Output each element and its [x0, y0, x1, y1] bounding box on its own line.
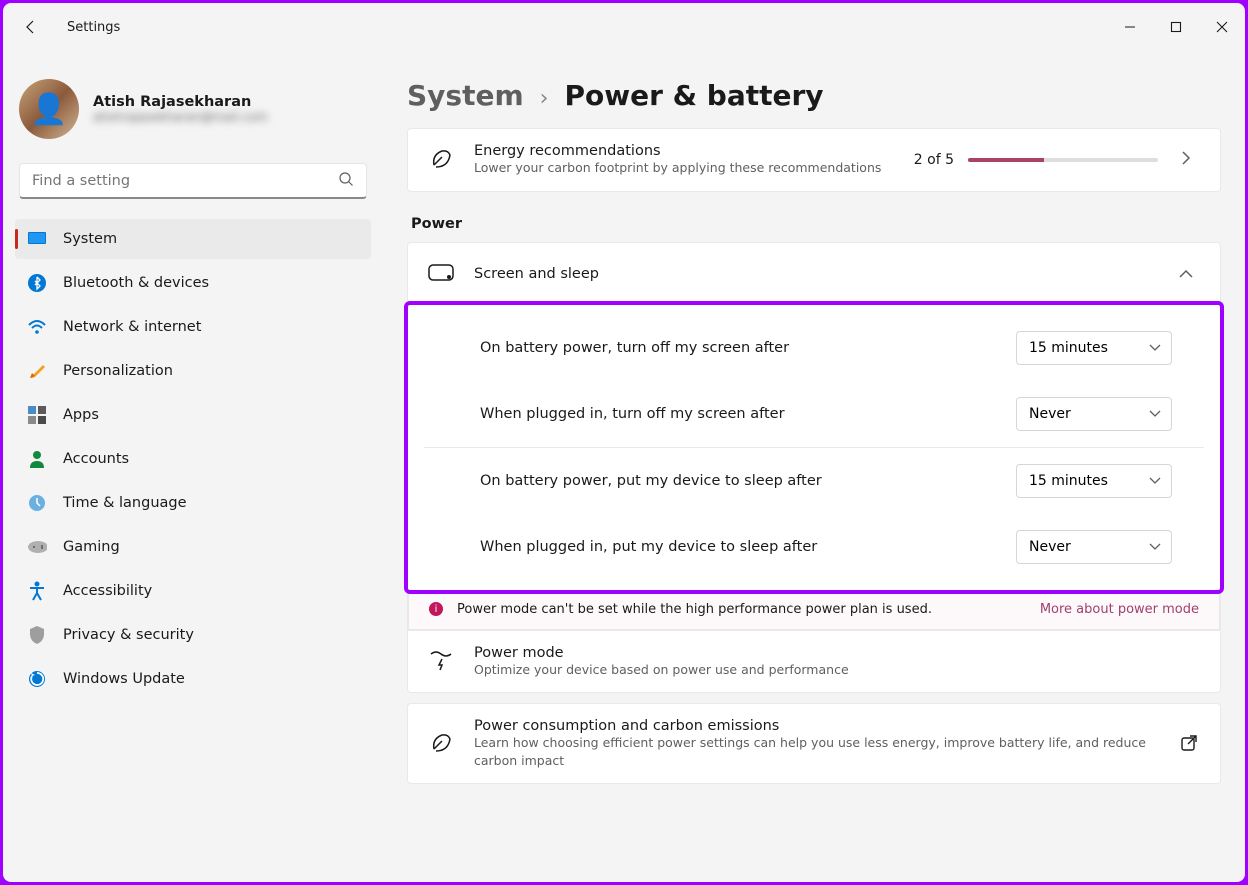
chevron-down-icon — [1149, 477, 1161, 485]
apps-icon — [27, 405, 47, 425]
highlighted-settings: On battery power, turn off my screen aft… — [408, 305, 1220, 590]
wifi-icon — [27, 317, 47, 337]
setting-row-screen-plugged: When plugged in, turn off my screen afte… — [408, 381, 1220, 447]
energy-title: Energy recommendations — [474, 143, 894, 159]
power-section-label: Power — [411, 216, 1221, 232]
breadcrumb: System › Power & battery — [407, 51, 1221, 128]
power-mode-row: Power mode Optimize your device based on… — [408, 630, 1220, 693]
sidebar: 👤 Atish Rajasekharan atishrajasekharan@m… — [3, 51, 383, 882]
titlebar: Settings — [3, 3, 1245, 51]
paintbrush-icon — [27, 361, 47, 381]
chevron-up-icon — [1172, 264, 1200, 283]
power-mode-sub: Optimize your device based on power use … — [474, 661, 1200, 679]
clock-icon — [27, 493, 47, 513]
screen-icon — [428, 261, 454, 287]
nav-item-accessibility[interactable]: Accessibility — [15, 571, 371, 611]
dropdown-screen-battery[interactable]: 15 minutes — [1016, 331, 1172, 365]
nav-item-privacy[interactable]: Privacy & security — [15, 615, 371, 655]
system-icon — [27, 229, 47, 249]
leaf-icon — [428, 147, 454, 173]
setting-row-screen-battery: On battery power, turn off my screen aft… — [408, 315, 1220, 381]
update-icon — [27, 669, 47, 689]
nav-item-system[interactable]: System — [15, 219, 371, 259]
minimize-button[interactable] — [1107, 11, 1153, 43]
carbon-card[interactable]: Power consumption and carbon emissions L… — [407, 703, 1221, 784]
breadcrumb-parent[interactable]: System — [407, 79, 524, 112]
chevron-right-icon — [1172, 150, 1200, 169]
energy-sub: Lower your carbon footprint by applying … — [474, 159, 894, 177]
search-box[interactable] — [19, 163, 367, 199]
chevron-down-icon — [1149, 410, 1161, 418]
dropdown-sleep-plugged[interactable]: Never — [1016, 530, 1172, 564]
nav-item-gaming[interactable]: Gaming — [15, 527, 371, 567]
close-button[interactable] — [1199, 11, 1245, 43]
avatar: 👤 — [19, 79, 79, 139]
energy-progress-bar — [968, 158, 1158, 162]
nav-item-bluetooth[interactable]: Bluetooth & devices — [15, 263, 371, 303]
screen-sleep-header[interactable]: Screen and sleep — [408, 243, 1220, 305]
back-button[interactable] — [7, 3, 55, 51]
search-input[interactable] — [32, 173, 338, 189]
window-title: Settings — [67, 20, 120, 35]
nav-item-update[interactable]: Windows Update — [15, 659, 371, 699]
dropdown-screen-plugged[interactable]: Never — [1016, 397, 1172, 431]
dropdown-sleep-battery[interactable]: 15 minutes — [1016, 464, 1172, 498]
accessibility-icon — [27, 581, 47, 601]
nav-item-network[interactable]: Network & internet — [15, 307, 371, 347]
main-content: System › Power & battery Energy recommen… — [383, 51, 1245, 882]
shield-icon — [27, 625, 47, 645]
carbon-title: Power consumption and carbon emissions — [474, 718, 1160, 734]
power-mode-icon — [428, 648, 454, 674]
carbon-sub: Learn how choosing efficient power setti… — [474, 734, 1160, 769]
setting-row-sleep-plugged: When plugged in, put my device to sleep … — [408, 514, 1220, 580]
page-title: Power & battery — [564, 79, 823, 112]
nav: System Bluetooth & devices Network & int… — [15, 219, 371, 699]
leaf-icon — [428, 731, 454, 757]
nav-item-apps[interactable]: Apps — [15, 395, 371, 435]
search-icon — [338, 171, 354, 191]
info-icon: i — [429, 602, 443, 616]
setting-row-sleep-battery: On battery power, put my device to sleep… — [408, 448, 1220, 514]
maximize-button[interactable] — [1153, 11, 1199, 43]
person-icon — [27, 449, 47, 469]
user-profile[interactable]: 👤 Atish Rajasekharan atishrajasekharan@m… — [15, 63, 371, 159]
external-link-icon — [1180, 734, 1200, 754]
energy-progress-label: 2 of 5 — [914, 152, 954, 168]
power-mode-notice: i Power mode can't be set while the high… — [408, 590, 1220, 630]
bluetooth-icon — [27, 273, 47, 293]
screen-sleep-expander: Screen and sleep On battery power, turn … — [407, 242, 1221, 694]
energy-recommendations-card[interactable]: Energy recommendations Lower your carbon… — [407, 128, 1221, 192]
user-email: atishrajasekharan@mail.com — [93, 110, 268, 124]
nav-item-time[interactable]: Time & language — [15, 483, 371, 523]
power-mode-title: Power mode — [474, 645, 1200, 661]
chevron-down-icon — [1149, 344, 1161, 352]
chevron-down-icon — [1149, 543, 1161, 551]
nav-item-personalization[interactable]: Personalization — [15, 351, 371, 391]
chevron-right-icon: › — [540, 86, 549, 111]
screen-sleep-title: Screen and sleep — [474, 266, 599, 282]
notice-text: Power mode can't be set while the high p… — [457, 602, 932, 617]
nav-item-accounts[interactable]: Accounts — [15, 439, 371, 479]
gamepad-icon — [27, 537, 47, 557]
user-name: Atish Rajasekharan — [93, 94, 268, 110]
notice-link[interactable]: More about power mode — [1040, 602, 1199, 617]
